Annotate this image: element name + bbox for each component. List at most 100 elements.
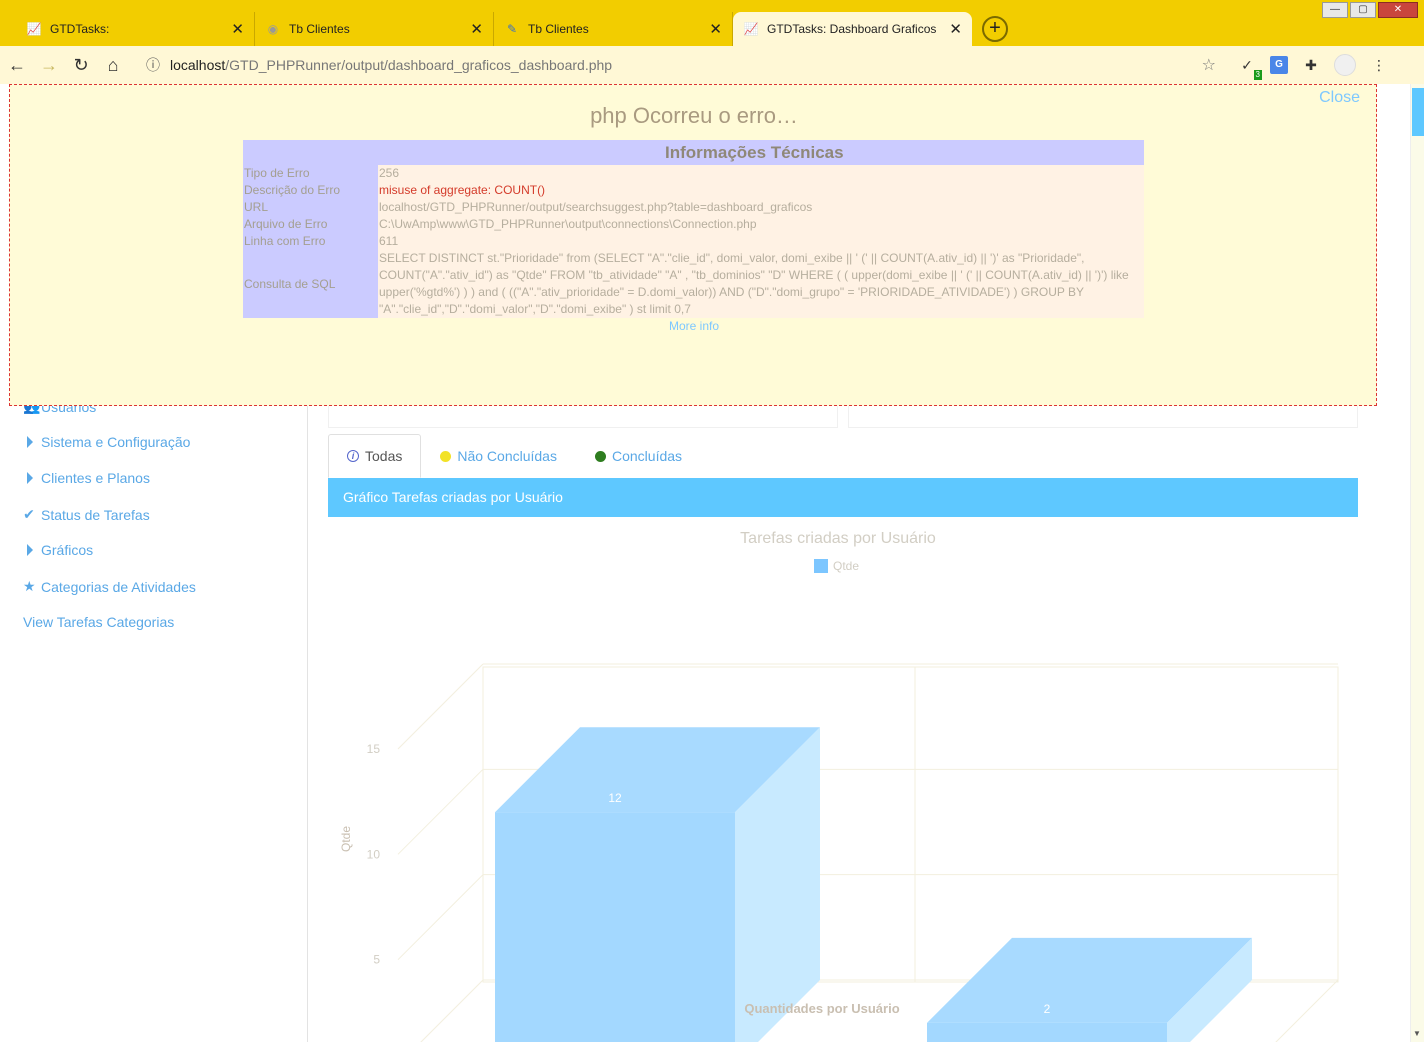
url-path: /GTD_PHPRunner/output/dashboard_graficos… [225, 57, 613, 73]
y-tick-label: 10 [367, 847, 381, 861]
menu-kebab-icon[interactable]: ⋮ [1370, 56, 1388, 74]
grid-diag [397, 663, 484, 750]
tab-label: Não Concluídas [457, 448, 557, 464]
back-icon[interactable]: ← [2, 55, 32, 76]
error-label: Tipo de Erro [243, 165, 378, 182]
tab-todas[interactable]: i Todas [328, 434, 422, 478]
error-label: URL [243, 199, 378, 216]
grid-floor-diag [1275, 979, 1339, 1042]
globe-icon: ◉ [267, 22, 279, 36]
legend-label[interactable]: Qtde [833, 559, 859, 573]
new-tab-button[interactable]: + [982, 16, 1008, 42]
browser-toolbar: ← → ↻ ⌂ ⓘ localhost/GTD_PHPRunner/output… [0, 46, 1424, 84]
puzzle-icon[interactable]: ✚ [1302, 56, 1320, 74]
address-bar[interactable]: ⓘ localhost/GTD_PHPRunner/output/dashboa… [138, 51, 1228, 79]
sidebar-item-status[interactable]: ✔ Status de Tarefas [23, 506, 150, 523]
tab-label: Todas [365, 448, 403, 464]
error-section-title: Informações Técnicas [243, 140, 1144, 165]
url-text: localhost/GTD_PHPRunner/output/dashboard… [170, 57, 612, 73]
grid-diag [420, 979, 484, 1042]
more-info-link[interactable]: More info [10, 319, 1378, 333]
error-label: Descrição do Erro [243, 182, 378, 199]
x-axis-label: Quantidades por Usuário [744, 1001, 899, 1016]
close-tab-icon[interactable]: ✕ [470, 20, 483, 38]
scrollbar-thumb[interactable] [1412, 88, 1424, 136]
sidebar-item-label: Categorias de Atividades [41, 578, 196, 595]
browser-tab-4[interactable]: 📈 GTDTasks: Dashboard Graficos ✕ [733, 12, 972, 46]
sidebar-item-label: Clientes e Planos [41, 470, 150, 486]
error-close-link[interactable]: Close [1319, 89, 1360, 107]
y-tick-label: 15 [367, 742, 381, 756]
partial-panel-right [848, 404, 1358, 428]
browser-tab-title: GTDTasks: Dashboard Graficos [767, 22, 937, 36]
bar-data-label: 12 [608, 791, 622, 805]
error-title: php Ocorreu o erro… [590, 103, 798, 128]
forward-icon[interactable]: → [34, 55, 64, 76]
bar-root: 12 [495, 727, 820, 1042]
triangle-right-icon [27, 436, 33, 448]
error-rows: Tipo de Erro 256 Descrição do Erro misus… [243, 165, 1144, 318]
partial-panel-left [328, 404, 838, 428]
error-value: SELECT DISTINCT st."Prioridade" from (SE… [379, 251, 1129, 316]
browser-tab-title: Tb Clientes [289, 22, 350, 36]
window-controls: — ▢ ✕ [1322, 2, 1418, 18]
sidebar-item-sistema[interactable]: Sistema e Configuração [23, 434, 190, 450]
home-icon[interactable]: ⌂ [98, 55, 128, 76]
grid-diag [397, 874, 484, 961]
bar-front [927, 1022, 1167, 1042]
close-tab-icon[interactable]: ✕ [949, 20, 962, 38]
green-dot-icon [594, 450, 606, 462]
sidebar-item-clientes[interactable]: Clientes e Planos [23, 470, 150, 486]
sidebar-item-label: Gráficos [41, 542, 94, 558]
chart-bars: 12 2 [495, 727, 1252, 1042]
y-axis-label: Qtde [339, 826, 353, 852]
browser-tab-1[interactable]: 📈 GTDTasks: ✕ [16, 12, 255, 46]
sidebar-item-categorias[interactable]: ★ Categorias de Atividades [23, 578, 196, 595]
error-value: localhost/GTD_PHPRunner/output/searchsug… [379, 200, 813, 214]
profile-avatar[interactable] [1334, 54, 1356, 76]
error-dialog: php Ocorreu o erro… Close Informações Té… [9, 84, 1377, 406]
sidebar-item-label: Sistema e Configuração [41, 434, 191, 450]
sidebar-item-label: Status de Tarefas [41, 506, 150, 523]
maximize-button[interactable]: ▢ [1350, 2, 1376, 18]
error-label: Arquivo de Erro [243, 216, 378, 233]
tab-strip: 📈 GTDTasks: ✕ ◉ Tb Clientes ✕ ✎ Tb Clien… [16, 12, 1008, 46]
error-label: Consulta de SQL [243, 250, 378, 318]
minimize-button[interactable]: — [1322, 2, 1348, 18]
bookmark-star-icon[interactable]: ☆ [1202, 55, 1216, 75]
error-label: Linha com Erro [243, 233, 378, 250]
browser-tab-2[interactable]: ◉ Tb Clientes ✕ [255, 12, 494, 46]
scroll-down-icon[interactable]: ▼ [1413, 1029, 1421, 1038]
y-axis-ticks: 051015 [367, 742, 381, 967]
extensions-area: ✓ 3 G ✚ ⋮ [1238, 54, 1388, 80]
php-icon: ✎ [506, 22, 518, 36]
browser-tab-title: Tb Clientes [528, 22, 589, 36]
page-scrollbar[interactable]: ▼ [1410, 84, 1424, 1042]
chart-title: Tarefas criadas por Usuário [740, 530, 936, 547]
info-circle-icon[interactable]: ⓘ [146, 55, 160, 75]
tab-nao-concluidas[interactable]: Não Concluídas [421, 434, 576, 478]
browser-chrome: — ▢ ✕ 📈 GTDTasks: ✕ ◉ Tb Clientes ✕ ✎ Tb… [0, 0, 1424, 84]
tab-concluidas[interactable]: Concluídas [576, 434, 701, 478]
extension-icon[interactable]: ✓ 3 [1238, 56, 1262, 80]
extension-badge: 3 [1253, 70, 1262, 80]
check-icon: ✔ [23, 506, 35, 522]
url-host: localhost [170, 57, 226, 73]
triangle-right-icon [27, 544, 33, 556]
close-tab-icon[interactable]: ✕ [231, 20, 244, 38]
close-tab-icon[interactable]: ✕ [709, 20, 722, 38]
chart-icon: 📈 [743, 22, 759, 36]
browser-tab-title: GTDTasks: [50, 22, 110, 36]
reload-icon[interactable]: ↻ [66, 55, 96, 76]
error-value: misuse of aggregate: COUNT() [379, 183, 546, 197]
bar-chart: Tarefas criadas por Usuário Qtde 051015 … [339, 530, 1339, 1042]
browser-tab-3[interactable]: ✎ Tb Clientes ✕ [494, 12, 733, 46]
sidebar-item-graficos[interactable]: Gráficos [23, 542, 93, 558]
translate-icon[interactable]: G [1270, 56, 1288, 74]
sidebar-item-view-tarefas[interactable]: View Tarefas Categorias [23, 614, 174, 630]
chart-panel-header: Gráfico Tarefas criadas por Usuário [328, 478, 1358, 517]
legend-swatch [814, 559, 828, 573]
grid-diag [397, 768, 484, 855]
window-close-button[interactable]: ✕ [1378, 2, 1418, 18]
error-details-table: Informações Técnicas Tipo de Erro 256 De… [243, 140, 1144, 318]
